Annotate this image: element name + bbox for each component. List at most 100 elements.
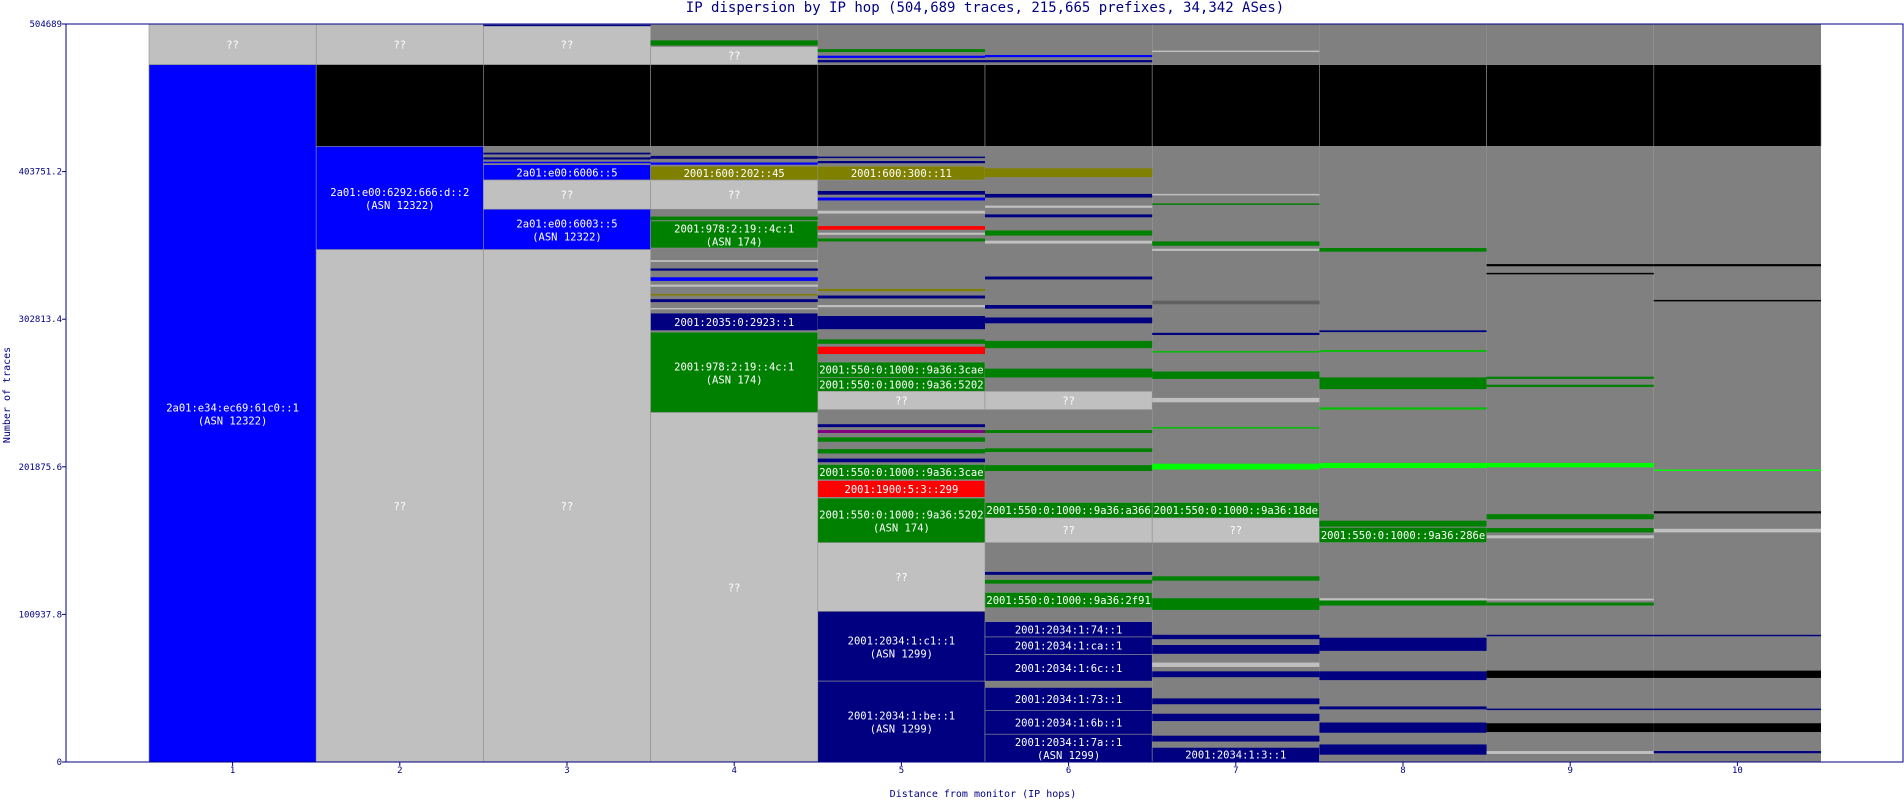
segment-label: 2001:600:300::11 xyxy=(851,168,952,180)
stripe-rect xyxy=(817,49,985,53)
stripe-rect xyxy=(1152,203,1320,205)
stripe-rect xyxy=(1486,384,1654,387)
stripe-rect xyxy=(650,284,818,287)
stripe-rect xyxy=(650,294,818,296)
stripe-rect xyxy=(817,232,985,235)
x-tick-label: 8 xyxy=(1400,766,1405,776)
segment-label: ?? xyxy=(1229,525,1242,537)
stripe-rect xyxy=(985,579,1153,584)
x-tick-label: 10 xyxy=(1732,766,1743,776)
stripe-rect xyxy=(1152,576,1320,581)
stripe-rect xyxy=(817,60,985,63)
segment-label: 2001:1900:5:3::299 xyxy=(845,484,959,496)
x-tick-label: 7 xyxy=(1233,766,1238,776)
stripe-rect xyxy=(650,299,818,303)
segment-rect xyxy=(1486,64,1655,147)
segment-asn-label: (ASN 12322) xyxy=(532,231,602,243)
segment-rect xyxy=(984,64,1153,147)
segment-asn-label: (ASN 1299) xyxy=(870,648,933,660)
stripe-rect xyxy=(483,24,651,27)
stripe-rect xyxy=(1653,723,1821,733)
stripe-rect xyxy=(985,193,1153,198)
stripe-rect xyxy=(1653,670,1821,678)
segment-label: 2001:2034:1:ca::1 xyxy=(1015,641,1122,653)
segment-rect xyxy=(1653,64,1822,147)
segment-label: 2a01:e00:6003::5 xyxy=(516,218,617,230)
stripe-rect xyxy=(985,205,1153,208)
segment-label: 2001:2034:1:6c::1 xyxy=(1015,663,1122,675)
stripe-rect xyxy=(1152,645,1320,654)
segment-label: ?? xyxy=(1062,395,1075,407)
stripe-rect xyxy=(817,156,985,159)
stripe-rect xyxy=(1319,722,1487,733)
stripe-rect xyxy=(1152,598,1320,610)
stripe-rect xyxy=(1653,708,1821,711)
stripe-rect xyxy=(483,152,651,155)
x-tick-label: 1 xyxy=(230,766,235,776)
stripe-rect xyxy=(1486,723,1654,733)
stripe-rect xyxy=(1152,735,1320,742)
y-tick-label: 100937.8 xyxy=(19,610,62,620)
stripe-rect xyxy=(1319,671,1487,681)
stripe-rect xyxy=(817,190,985,195)
segment-label: 2001:550:0:1000::9a36:3cae xyxy=(819,365,983,377)
stripe-rect xyxy=(817,316,985,330)
ip-dispersion-chart: IP dispersion by IP hop (504,689 traces,… xyxy=(2,0,1904,800)
stripe-rect xyxy=(1486,634,1654,637)
stripe-rect xyxy=(1152,193,1320,196)
segment-label: ?? xyxy=(561,39,574,51)
segment-label: 2001:2034:1:3::1 xyxy=(1185,750,1286,762)
segment-rect xyxy=(650,64,819,147)
stripe-rect xyxy=(1152,248,1320,251)
segment-label: 2001:2034:1:be::1 xyxy=(848,711,955,723)
segment-rect xyxy=(315,64,484,147)
stripe-rect xyxy=(1486,598,1654,601)
segment-asn-label: (ASN 174) xyxy=(873,522,930,534)
stripe-rect xyxy=(650,268,818,271)
segment-label: ?? xyxy=(226,39,239,51)
chart-title: IP dispersion by IP hop (504,689 traces,… xyxy=(686,0,1284,16)
segment-label: ?? xyxy=(728,51,741,63)
stripe-rect xyxy=(985,368,1153,378)
segment-label: 2001:550:0:1000::9a36:a366 xyxy=(986,505,1150,517)
segment-label: ?? xyxy=(728,582,741,594)
segment-label: 2001:2034:1:7a::1 xyxy=(1015,737,1122,749)
stripe-rect xyxy=(985,60,1153,63)
stripe-rect xyxy=(1152,397,1320,403)
stripe-rect xyxy=(1486,708,1654,711)
stripe-rect xyxy=(1319,330,1487,333)
segment-label: ?? xyxy=(393,39,406,51)
stripe-rect xyxy=(1319,350,1487,352)
stripe-rect xyxy=(1319,407,1487,410)
stripe-rect xyxy=(1152,241,1320,246)
x-tick-label: 6 xyxy=(1066,766,1071,776)
stripe-rect xyxy=(817,458,985,463)
segment-label: 2001:550:0:1000::9a36:2f91 xyxy=(986,595,1150,607)
stripe-rect xyxy=(1152,713,1320,722)
stripe-rect xyxy=(650,40,818,46)
stripe-rect xyxy=(817,55,985,58)
stripe-rect xyxy=(1486,514,1654,520)
stripe-rect xyxy=(985,276,1153,280)
segment-label: 2001:550:0:1000::9a36:18de xyxy=(1154,505,1318,517)
stripe-rect xyxy=(1653,299,1821,302)
stripe-rect xyxy=(1653,751,1821,754)
stripe-rect xyxy=(1319,520,1487,527)
segment-label: ?? xyxy=(895,572,908,584)
stripe-rect xyxy=(1152,300,1320,305)
stripe-rect xyxy=(1319,600,1487,606)
stripe-rect xyxy=(1152,351,1320,353)
y-tick-label: 201875.6 xyxy=(19,463,62,473)
stripe-rect xyxy=(985,54,1153,58)
segment-asn-label: (ASN 1299) xyxy=(1037,750,1100,762)
stripe-rect xyxy=(650,216,818,221)
segment-label: 2001:2034:1:74::1 xyxy=(1015,624,1122,636)
segment-label: 2001:2034:1:73::1 xyxy=(1015,694,1122,706)
stripe-rect xyxy=(985,465,1153,472)
segment-asn-label: (ASN 12322) xyxy=(198,415,268,427)
segment-label: ?? xyxy=(895,395,908,407)
segment-rect xyxy=(817,64,986,147)
stripe-rect xyxy=(817,238,985,242)
stripe-rect xyxy=(1152,662,1320,667)
stripe-rect xyxy=(817,210,985,214)
